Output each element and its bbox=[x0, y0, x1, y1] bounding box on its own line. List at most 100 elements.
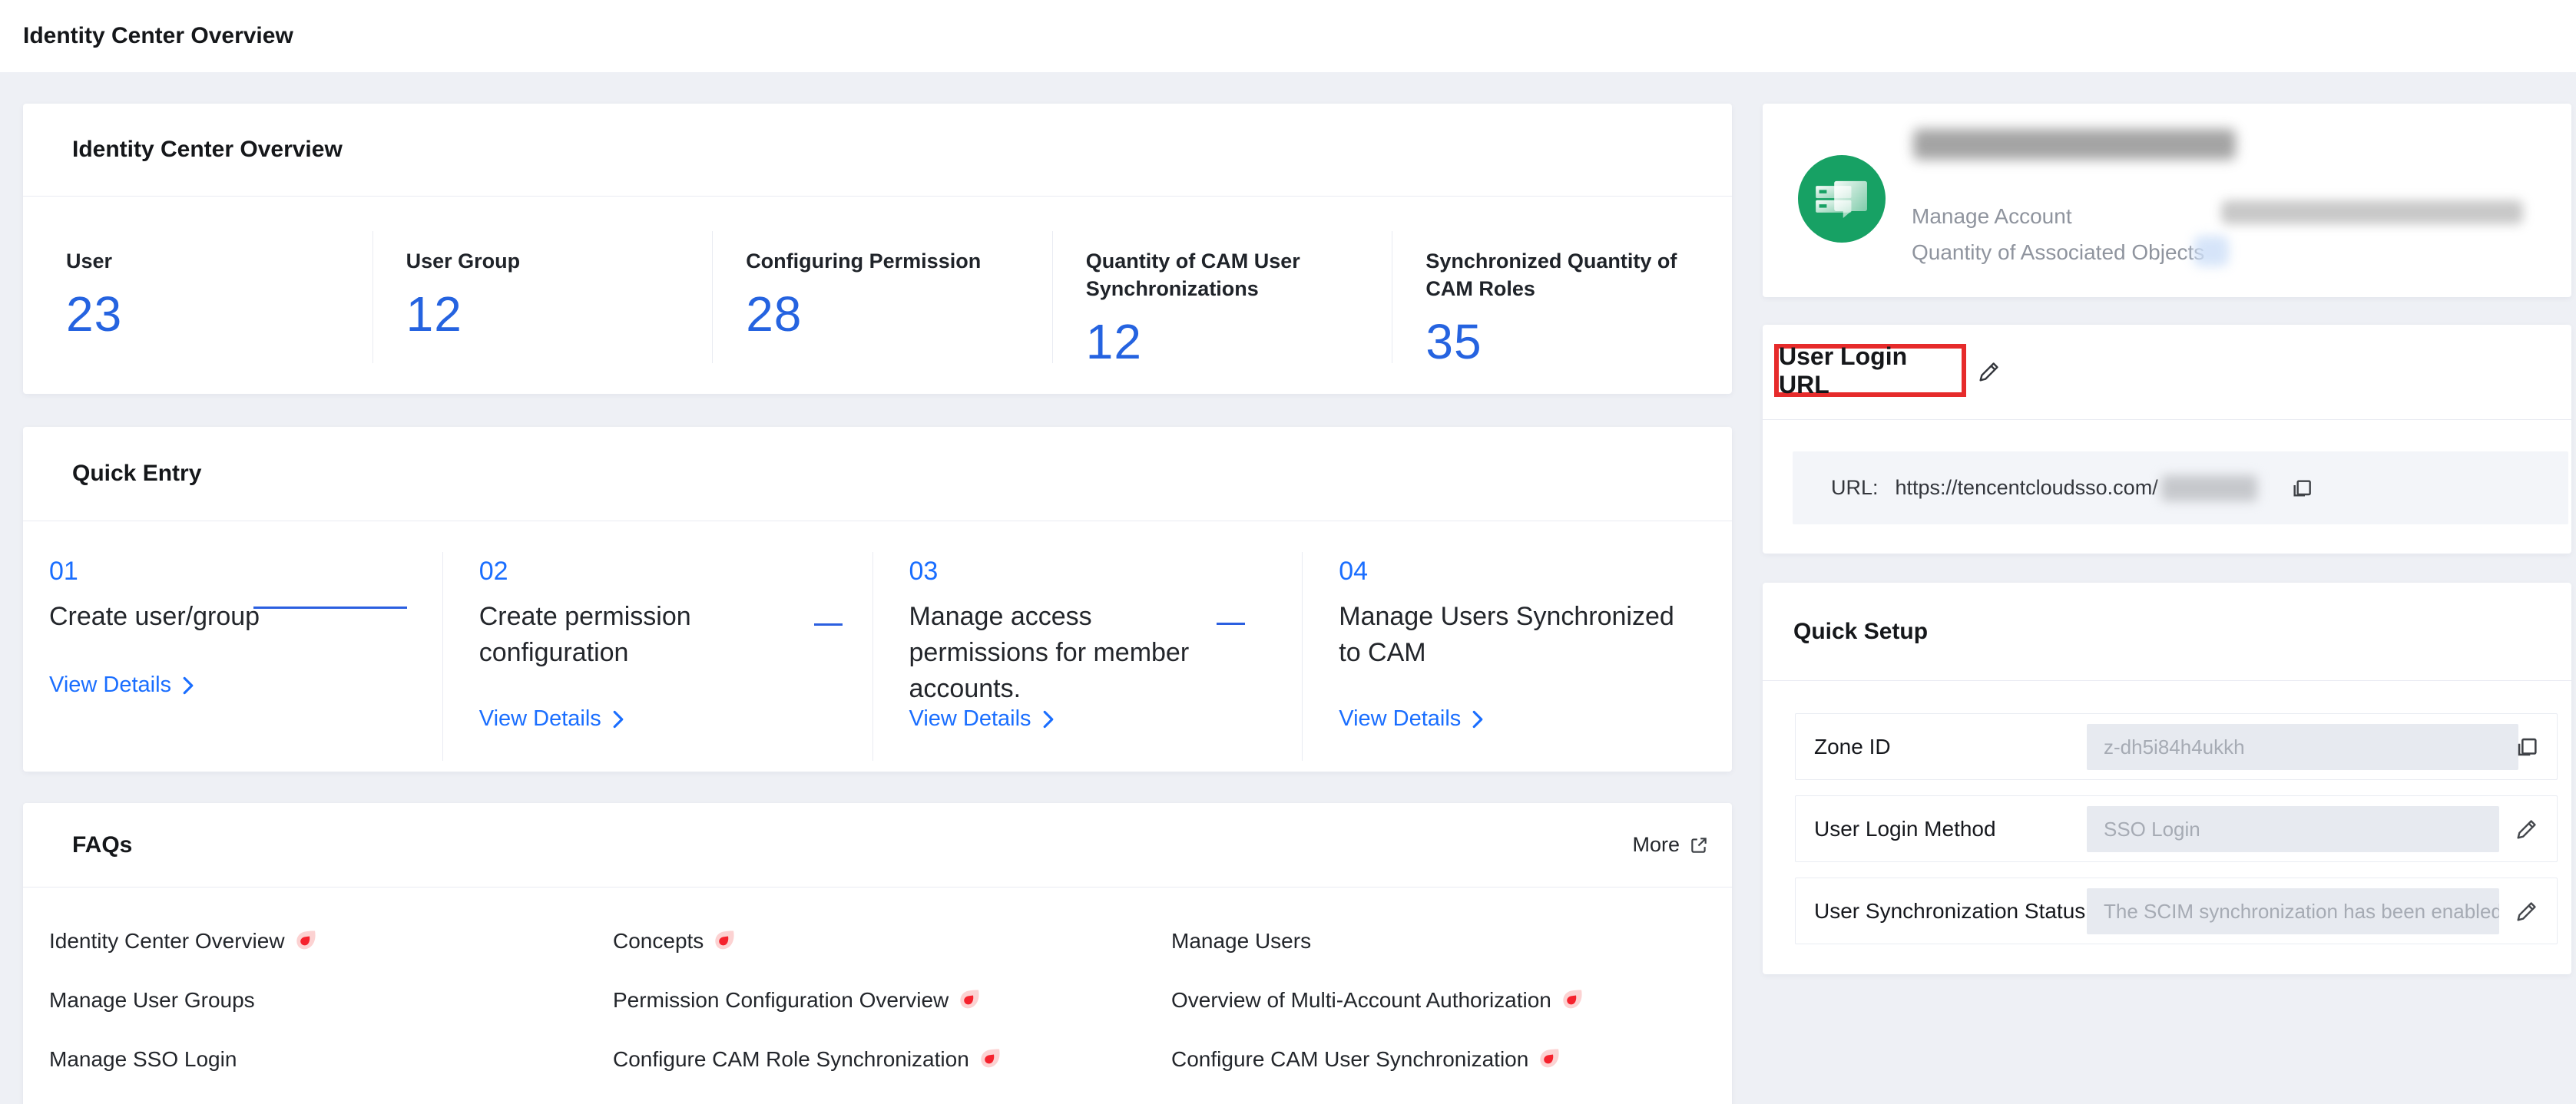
zone-id-value: z-dh5i84h4ukkh bbox=[2087, 724, 2518, 770]
faq-link-label: Manage Users bbox=[1171, 929, 1311, 954]
user-sync-status-row: User Synchronization Status The SCIM syn… bbox=[1795, 878, 2558, 944]
chevron-right-icon bbox=[180, 676, 196, 695]
external-link-icon bbox=[1689, 835, 1709, 855]
account-card: Manage Account Quantity of Associated Ob… bbox=[1763, 104, 2571, 297]
edit-login-url-button[interactable] bbox=[1976, 359, 2002, 385]
organization-icon bbox=[1798, 155, 1886, 243]
faq-link[interactable]: Configure CAM Role Synchronization bbox=[613, 1044, 1171, 1075]
hot-flame-icon bbox=[714, 930, 735, 954]
view-details-link-2[interactable]: View Details bbox=[479, 706, 626, 732]
user-login-method-value: SSO Login bbox=[2087, 806, 2499, 852]
user-sync-status-value: The SCIM synchronization has been enable… bbox=[2087, 888, 2499, 934]
step-number: 02 bbox=[479, 557, 872, 587]
step-title: Create permission configuration bbox=[479, 599, 771, 671]
faq-link[interactable]: Permission Configuration Overview bbox=[613, 985, 1171, 1016]
faq-links-grid: Identity Center Overview Concepts Manage… bbox=[23, 887, 1732, 1104]
stat-value: 12 bbox=[406, 286, 713, 342]
user-login-url-card: User Login URL URL: https://tencentcloud… bbox=[1763, 325, 2571, 554]
faqs-header: FAQs More bbox=[23, 803, 1732, 887]
user-login-url-title: User Login URL bbox=[1779, 342, 1962, 399]
quick-entry-step-1: 01 Create user/group View Details bbox=[23, 521, 442, 772]
decorative-line bbox=[814, 623, 843, 626]
edit-login-method-button[interactable] bbox=[2514, 816, 2540, 842]
quick-setup-title: Quick Setup bbox=[1793, 619, 1928, 645]
faqs-more-link[interactable]: More bbox=[1632, 803, 1709, 887]
faq-link[interactable]: Identity Center Overview bbox=[49, 926, 613, 957]
copy-icon bbox=[2290, 476, 2314, 501]
chevron-right-icon bbox=[611, 710, 626, 729]
quick-entry-step-4: 04 Manage Users Synchronized to CAM View… bbox=[1302, 521, 1732, 772]
view-details-label: View Details bbox=[909, 706, 1031, 732]
step-number: 04 bbox=[1339, 557, 1732, 587]
pencil-icon bbox=[2514, 898, 2540, 924]
hot-flame-icon bbox=[1562, 989, 1583, 1013]
view-details-label: View Details bbox=[49, 673, 171, 698]
view-details-link-1[interactable]: View Details bbox=[49, 673, 196, 698]
stat-cam-user-syncs: Quantity of CAM User Synchronizations 12 bbox=[1052, 197, 1392, 395]
redacted-account-name bbox=[1913, 129, 2236, 160]
hot-flame-icon bbox=[959, 989, 980, 1013]
stat-user-group: User Group 12 bbox=[372, 197, 713, 395]
chevron-right-icon bbox=[1041, 710, 1056, 729]
stat-label: Synchronized Quantity of CAM Roles bbox=[1425, 247, 1687, 302]
url-label: URL: bbox=[1831, 476, 1879, 500]
zone-id-label: Zone ID bbox=[1814, 735, 1891, 759]
faq-link-label: Manage User Groups bbox=[49, 988, 255, 1013]
overview-card: Identity Center Overview User 23 User Gr… bbox=[23, 104, 1732, 394]
stat-configuring-permission: Configuring Permission 28 bbox=[712, 197, 1052, 395]
chevron-right-icon bbox=[1470, 710, 1485, 729]
quick-setup-rows: Zone ID z-dh5i84h4ukkh User Login Method… bbox=[1795, 713, 2558, 944]
stat-value: 35 bbox=[1425, 313, 1732, 370]
quick-setup-card: Quick Setup Zone ID z-dh5i84h4ukkh User … bbox=[1763, 583, 2571, 974]
quick-setup-header: Quick Setup bbox=[1763, 583, 2571, 681]
faq-link[interactable]: Overview of Multi-Account Authorization bbox=[1171, 985, 1732, 1016]
quick-entry-title: Quick Entry bbox=[72, 461, 201, 487]
step-number: 01 bbox=[49, 557, 442, 587]
edit-sync-status-button[interactable] bbox=[2514, 898, 2540, 924]
stat-value: 28 bbox=[746, 286, 1052, 342]
annotation-red-box: User Login URL bbox=[1774, 344, 1966, 397]
faq-link[interactable]: Concepts bbox=[613, 926, 1171, 957]
stats-row: User 23 User Group 12 Configuring Permis… bbox=[23, 197, 1732, 395]
faq-link[interactable]: Manage Users bbox=[1171, 926, 1732, 957]
hot-flame-icon bbox=[1539, 1048, 1560, 1072]
view-details-link-4[interactable]: View Details bbox=[1339, 706, 1485, 732]
stat-value: 23 bbox=[66, 286, 372, 342]
stat-label: Quantity of CAM User Synchronizations bbox=[1086, 247, 1347, 302]
view-details-link-3[interactable]: View Details bbox=[909, 706, 1056, 732]
associated-objects-count-badge[interactable] bbox=[2194, 236, 2229, 266]
stat-label: User Group bbox=[406, 247, 667, 275]
faq-link-label: Permission Configuration Overview bbox=[613, 988, 949, 1013]
overview-card-title: Identity Center Overview bbox=[72, 137, 343, 163]
redacted-account-id bbox=[2221, 200, 2523, 224]
decorative-line bbox=[253, 607, 407, 609]
quick-entry-step-2: 02 Create permission configuration View … bbox=[442, 521, 872, 772]
redacted-url-suffix bbox=[2161, 475, 2257, 501]
zone-id-row: Zone ID z-dh5i84h4ukkh bbox=[1795, 713, 2558, 780]
stat-value: 12 bbox=[1086, 313, 1392, 370]
user-login-method-row: User Login Method SSO Login bbox=[1795, 795, 2558, 862]
copy-url-button[interactable] bbox=[2290, 476, 2314, 501]
view-details-label: View Details bbox=[1339, 706, 1461, 732]
user-login-method-label: User Login Method bbox=[1814, 817, 1996, 841]
faqs-card: FAQs More Identity Center Overview Conce… bbox=[23, 803, 1732, 1104]
faq-link-label: Configure CAM User Synchronization bbox=[1171, 1047, 1528, 1072]
faq-link-label: Identity Center Overview bbox=[49, 929, 285, 954]
associated-objects-label: Quantity of Associated Objects bbox=[1912, 240, 2204, 265]
page-title: Identity Center Overview bbox=[23, 23, 293, 49]
step-title: Manage access permissions for member acc… bbox=[909, 599, 1232, 707]
faq-link-label: Manage SSO Login bbox=[49, 1047, 237, 1072]
faq-link[interactable]: Manage SSO Login bbox=[49, 1044, 613, 1075]
stat-user: User 23 bbox=[23, 197, 372, 395]
faq-link[interactable]: Configure CAM User Synchronization bbox=[1171, 1044, 1732, 1075]
copy-icon bbox=[2514, 734, 2540, 760]
copy-zone-id-button[interactable] bbox=[2514, 734, 2540, 760]
faq-link[interactable]: Manage User Groups bbox=[49, 985, 613, 1016]
faq-link-label: Overview of Multi-Account Authorization bbox=[1171, 988, 1551, 1013]
faq-link-label: Configure CAM Role Synchronization bbox=[613, 1047, 969, 1072]
faq-link-label: Concepts bbox=[613, 929, 704, 954]
stat-cam-roles-synced: Synchronized Quantity of CAM Roles 35 bbox=[1392, 197, 1732, 395]
quick-entry-header: Quick Entry bbox=[23, 427, 1732, 521]
login-url-value: https://tencentcloudsso.com/ bbox=[1896, 476, 2158, 500]
step-title: Manage Users Synchronized to CAM bbox=[1339, 599, 1692, 671]
